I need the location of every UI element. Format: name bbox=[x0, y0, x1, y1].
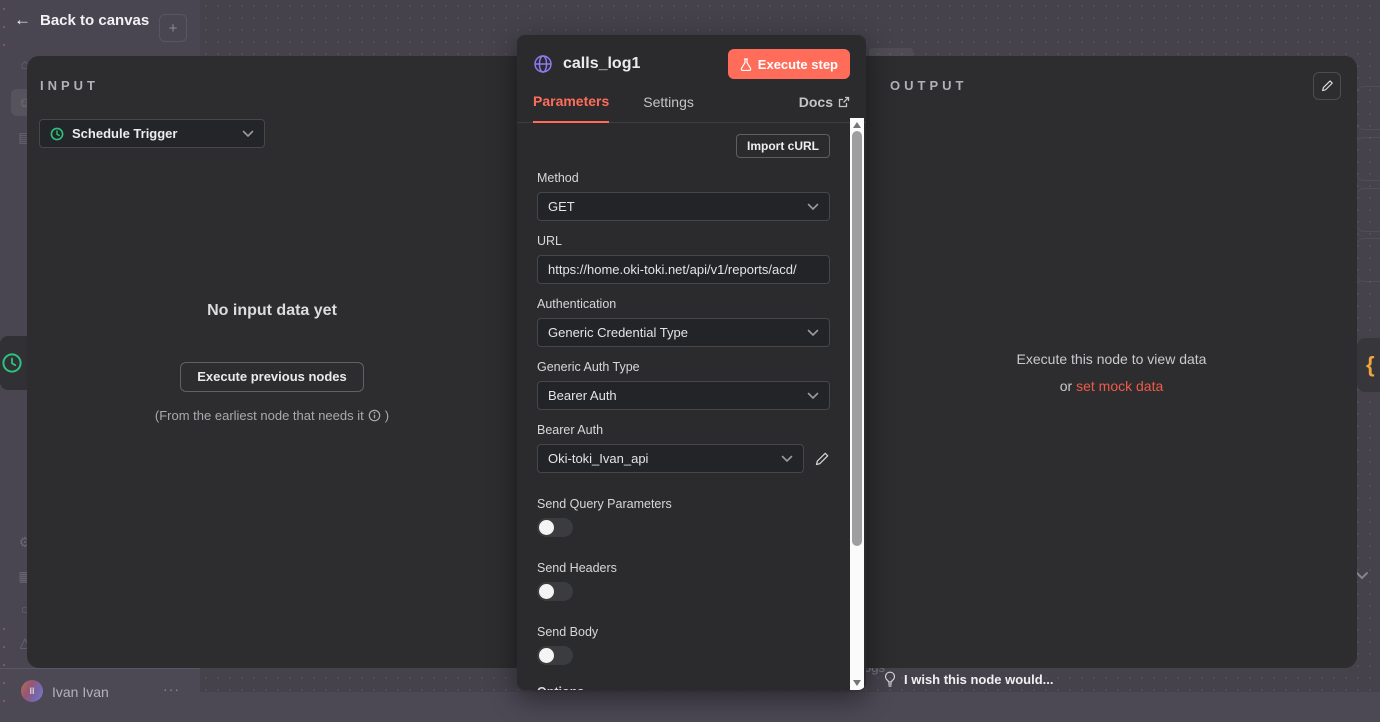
canvas-bottom-band bbox=[0, 692, 1380, 722]
tab-docs-label: Docs bbox=[799, 94, 833, 110]
output-empty-or: or bbox=[1060, 378, 1076, 394]
node-detail-modal: calls_log1 Execute step Parameters Setti… bbox=[517, 35, 866, 690]
dimmed-node-card bbox=[1356, 188, 1380, 232]
execute-step-label: Execute step bbox=[758, 57, 838, 72]
flask-icon bbox=[740, 58, 752, 71]
chevron-down-icon bbox=[781, 455, 793, 463]
avatar[interactable]: II bbox=[21, 680, 43, 702]
sidebar-user-area: II Ivan Ivan ··· bbox=[0, 668, 200, 722]
modal-tabs: Parameters Settings Docs bbox=[517, 89, 866, 123]
send-query-parameters-toggle[interactable] bbox=[537, 518, 573, 537]
chevron-down-icon bbox=[1355, 571, 1369, 581]
send-body-toggle[interactable] bbox=[537, 646, 573, 665]
field-label: Send Query Parameters bbox=[537, 497, 830, 511]
globe-icon bbox=[533, 54, 553, 74]
field-url: URL bbox=[537, 234, 830, 284]
input-panel: INPUT Schedule Trigger No input data yet… bbox=[27, 56, 517, 668]
execute-previous-nodes-button[interactable]: Execute previous nodes bbox=[180, 362, 364, 392]
input-hint-suffix: ) bbox=[385, 408, 389, 423]
authentication-value: Generic Credential Type bbox=[548, 325, 688, 340]
lightbulb-icon bbox=[884, 671, 896, 688]
chevron-down-icon bbox=[807, 392, 819, 400]
canvas-dot bbox=[3, 26, 5, 28]
field-label: Bearer Auth bbox=[537, 423, 830, 437]
info-icon[interactable] bbox=[368, 409, 381, 422]
back-arrow-icon[interactable]: ← bbox=[14, 10, 31, 30]
bearer-auth-credential-select[interactable]: Oki-toki_Ivan_api bbox=[537, 444, 804, 473]
node-wish-prompt[interactable]: I wish this node would... bbox=[884, 671, 1054, 688]
field-label: Send Body bbox=[537, 625, 830, 639]
user-name: Ivan Ivan bbox=[52, 684, 109, 700]
field-method: Method GET bbox=[537, 171, 830, 221]
field-label: Send Headers bbox=[537, 561, 830, 575]
field-label: Method bbox=[537, 171, 830, 185]
canvas-dot bbox=[3, 44, 5, 46]
tab-settings[interactable]: Settings bbox=[643, 94, 694, 122]
field-label: Generic Auth Type bbox=[537, 360, 830, 374]
input-hint-text: (From the earliest node that needs it bbox=[155, 408, 364, 423]
chevron-down-icon bbox=[807, 329, 819, 337]
node-title: calls_log1 bbox=[563, 55, 640, 73]
bearer-auth-value: Oki-toki_Ivan_api bbox=[548, 451, 648, 466]
canvas-dot bbox=[3, 664, 5, 666]
method-value: GET bbox=[548, 199, 575, 214]
import-curl-button[interactable]: Import cURL bbox=[736, 134, 830, 158]
input-hint: (From the earliest node that needs it ) bbox=[155, 408, 389, 423]
options-section-label: Options bbox=[537, 685, 830, 690]
method-select[interactable]: GET bbox=[537, 192, 830, 221]
generic-auth-type-select[interactable]: Bearer Auth bbox=[537, 381, 830, 410]
dimmed-node-card bbox=[1356, 86, 1380, 130]
input-connector-stub[interactable] bbox=[0, 336, 27, 390]
generic-auth-type-value: Bearer Auth bbox=[548, 388, 617, 403]
back-to-canvas[interactable]: ← Back to canvas bbox=[14, 10, 149, 30]
wish-text: I wish this node would... bbox=[904, 672, 1054, 687]
scrollbar-thumb[interactable] bbox=[852, 131, 862, 546]
output-empty-line1: Execute this node to view data bbox=[1017, 346, 1207, 373]
canvas-dot bbox=[3, 628, 5, 630]
canvas-dot bbox=[3, 8, 5, 10]
scrollbar-down-arrow[interactable] bbox=[853, 680, 861, 686]
send-headers-toggle[interactable] bbox=[537, 582, 573, 601]
url-input-wrap bbox=[537, 255, 830, 284]
output-connector-stub[interactable]: { bbox=[1357, 338, 1380, 392]
authentication-select[interactable]: Generic Credential Type bbox=[537, 318, 830, 347]
edit-credential-pencil-icon[interactable] bbox=[814, 451, 830, 467]
output-brace-icon: { bbox=[1366, 352, 1375, 378]
chevron-down-icon bbox=[807, 203, 819, 211]
external-link-icon bbox=[838, 96, 850, 108]
back-to-canvas-label[interactable]: Back to canvas bbox=[40, 12, 149, 29]
field-generic-auth-type: Generic Auth Type Bearer Auth bbox=[537, 360, 830, 410]
no-input-data-title: No input data yet bbox=[207, 302, 337, 320]
field-bearer-auth: Bearer Auth Oki-toki_Ivan_api bbox=[537, 423, 830, 473]
dimmed-node-card bbox=[1356, 137, 1380, 181]
url-input[interactable] bbox=[548, 262, 819, 277]
field-label: URL bbox=[537, 234, 830, 248]
scrollbar-up-arrow[interactable] bbox=[853, 122, 861, 128]
output-empty-line2: or set mock data bbox=[1017, 373, 1207, 400]
set-mock-data-link[interactable]: set mock data bbox=[1076, 378, 1163, 394]
add-button[interactable]: + bbox=[159, 14, 187, 42]
clock-icon bbox=[1, 352, 23, 374]
user-menu-ellipsis[interactable]: ··· bbox=[163, 681, 180, 697]
field-send-headers: Send Headers bbox=[537, 561, 830, 601]
field-authentication: Authentication Generic Credential Type bbox=[537, 297, 830, 347]
field-label: Authentication bbox=[537, 297, 830, 311]
dimmed-node-card bbox=[1356, 238, 1380, 282]
output-panel: OUTPUT Execute this node to view data or… bbox=[866, 56, 1357, 668]
modal-scrollbar[interactable] bbox=[850, 118, 864, 690]
canvas-dot bbox=[3, 646, 5, 648]
execute-step-button[interactable]: Execute step bbox=[728, 49, 850, 79]
tab-docs[interactable]: Docs bbox=[799, 94, 850, 122]
field-send-query-parameters: Send Query Parameters bbox=[537, 497, 830, 537]
parameters-form: Import cURL Method GET URL Authenticatio… bbox=[517, 134, 866, 690]
tab-parameters[interactable]: Parameters bbox=[533, 93, 609, 123]
field-send-body: Send Body bbox=[537, 625, 830, 665]
